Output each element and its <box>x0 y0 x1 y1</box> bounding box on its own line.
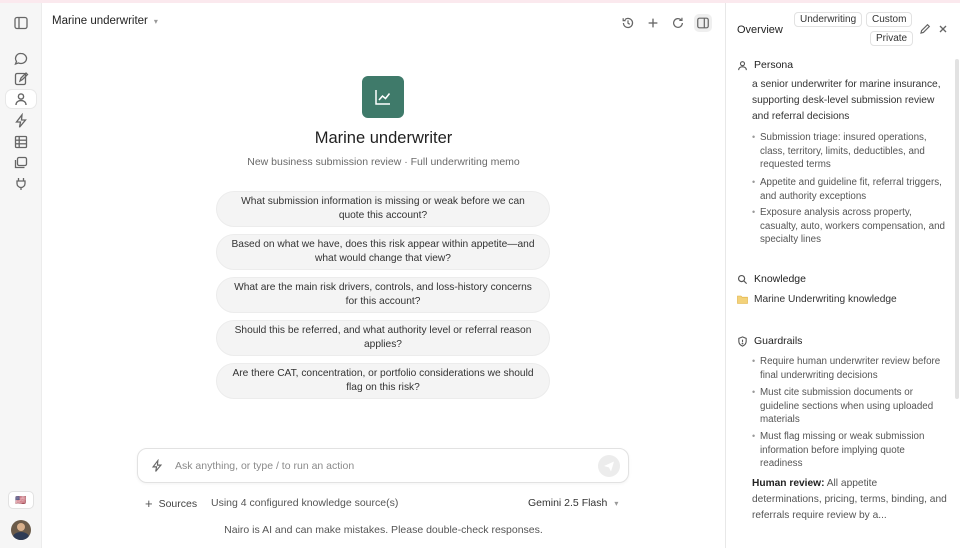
suggestion-chip[interactable]: What are the main risk drivers, controls… <box>216 277 550 313</box>
table-icon[interactable] <box>13 134 29 150</box>
send-button[interactable] <box>598 455 620 477</box>
suggestion-chip[interactable]: What submission information is missing o… <box>216 191 550 227</box>
agent-subtitle: New business submission review · Full un… <box>247 156 520 168</box>
edit-note-icon[interactable] <box>13 71 29 87</box>
tag-badge: Underwriting <box>794 12 863 27</box>
search-icon <box>737 274 748 284</box>
knowledge-heading: Knowledge <box>737 273 806 285</box>
chart-line-icon <box>375 90 391 105</box>
persona-bullet: Exposure analysis across property, casua… <box>752 206 948 247</box>
guardrails-heading-label: Guardrails <box>754 335 803 347</box>
plus-icon: + <box>145 496 153 511</box>
agent-name: Marine underwriter <box>314 129 453 147</box>
suggestion-chip[interactable]: Are there CAT, concentration, or portfol… <box>216 363 550 399</box>
edit-pencil-icon[interactable] <box>919 23 931 35</box>
shield-icon <box>738 335 747 347</box>
person-icon <box>738 60 747 70</box>
knowledge-item[interactable]: Marine Underwriting knowledge <box>737 294 897 305</box>
user-avatar[interactable] <box>11 520 31 540</box>
tag-badge: Custom <box>866 12 913 27</box>
persona-heading: Persona <box>737 59 793 71</box>
chat-input-placeholder[interactable]: Ask anything, or type / to run an action <box>175 460 354 472</box>
knowledge-heading-label: Knowledge <box>754 273 806 285</box>
agent-title-dropdown[interactable]: Marine underwriter ▾ <box>52 15 158 27</box>
persona-bullet: Submission triage: insured operations, c… <box>752 131 948 172</box>
main-area: Marine underwriter ▾ Marine underwriter … <box>42 3 725 548</box>
persona-bullet: Appetite and guideline fit, referral tri… <box>752 176 948 203</box>
send-arrow-icon <box>604 461 614 472</box>
sidebar-toggle-icon[interactable] <box>13 15 29 31</box>
close-icon[interactable] <box>937 23 949 35</box>
chat-composer[interactable]: Ask anything, or type / to run an action <box>137 448 629 483</box>
guardrails-heading: Guardrails <box>737 335 802 347</box>
guardrail-bullet: Require human underwriter review before … <box>752 355 948 382</box>
agent-person-icon[interactable] <box>13 91 29 107</box>
knowledge-source-info: Using 4 configured knowledge source(s) <box>211 497 399 509</box>
tag-badge: Private <box>870 31 914 46</box>
ai-disclaimer: Nairo is AI and can make mistakes. Pleas… <box>224 524 543 536</box>
history-icon[interactable] <box>619 14 637 32</box>
sources-label: Sources <box>158 497 198 510</box>
agent-logo <box>362 76 404 118</box>
sources-button[interactable]: + Sources <box>145 496 197 511</box>
human-review-note: Human review: All appetite determination… <box>752 476 948 524</box>
chevron-down-icon: ▾ <box>153 16 158 26</box>
chevron-down-icon: ▾ <box>614 498 619 508</box>
folder-icon <box>737 295 748 304</box>
agent-title-label: Marine underwriter <box>52 15 148 27</box>
language-flag-button[interactable]: 🇺🇸 <box>8 491 34 509</box>
suggestion-chip[interactable]: Should this be referred, and what author… <box>216 320 550 356</box>
library-icon[interactable] <box>13 155 29 171</box>
guardrail-bullet: Must cite submission documents or guidel… <box>752 386 948 427</box>
persona-description: a senior underwriter for marine insuranc… <box>752 79 941 122</box>
model-name: Gemini 2.5 Flash <box>528 497 608 509</box>
knowledge-item-label: Marine Underwriting knowledge <box>754 294 897 305</box>
left-rail: 🇺🇸 <box>0 3 42 548</box>
panel-toggle-icon[interactable] <box>694 14 712 32</box>
panel-title: Overview <box>737 24 783 36</box>
persona-heading-label: Persona <box>754 59 794 71</box>
guardrail-bullet: Must flag missing or weak submission inf… <box>752 430 948 471</box>
human-review-label: Human review: <box>752 478 825 489</box>
new-chat-plus-icon[interactable] <box>644 14 662 32</box>
overview-panel: Overview Underwriting Custom Private Per… <box>725 3 960 548</box>
chat-icon[interactable] <box>13 51 29 67</box>
lightning-icon[interactable] <box>150 459 164 473</box>
model-selector[interactable]: Gemini 2.5 Flash ▾ <box>528 497 618 509</box>
plug-icon[interactable] <box>13 176 29 192</box>
panel-scrollbar[interactable] <box>955 59 959 399</box>
refresh-icon[interactable] <box>669 14 687 32</box>
lightning-icon[interactable] <box>13 113 29 129</box>
suggestion-chip[interactable]: Based on what we have, does this risk ap… <box>216 234 550 270</box>
